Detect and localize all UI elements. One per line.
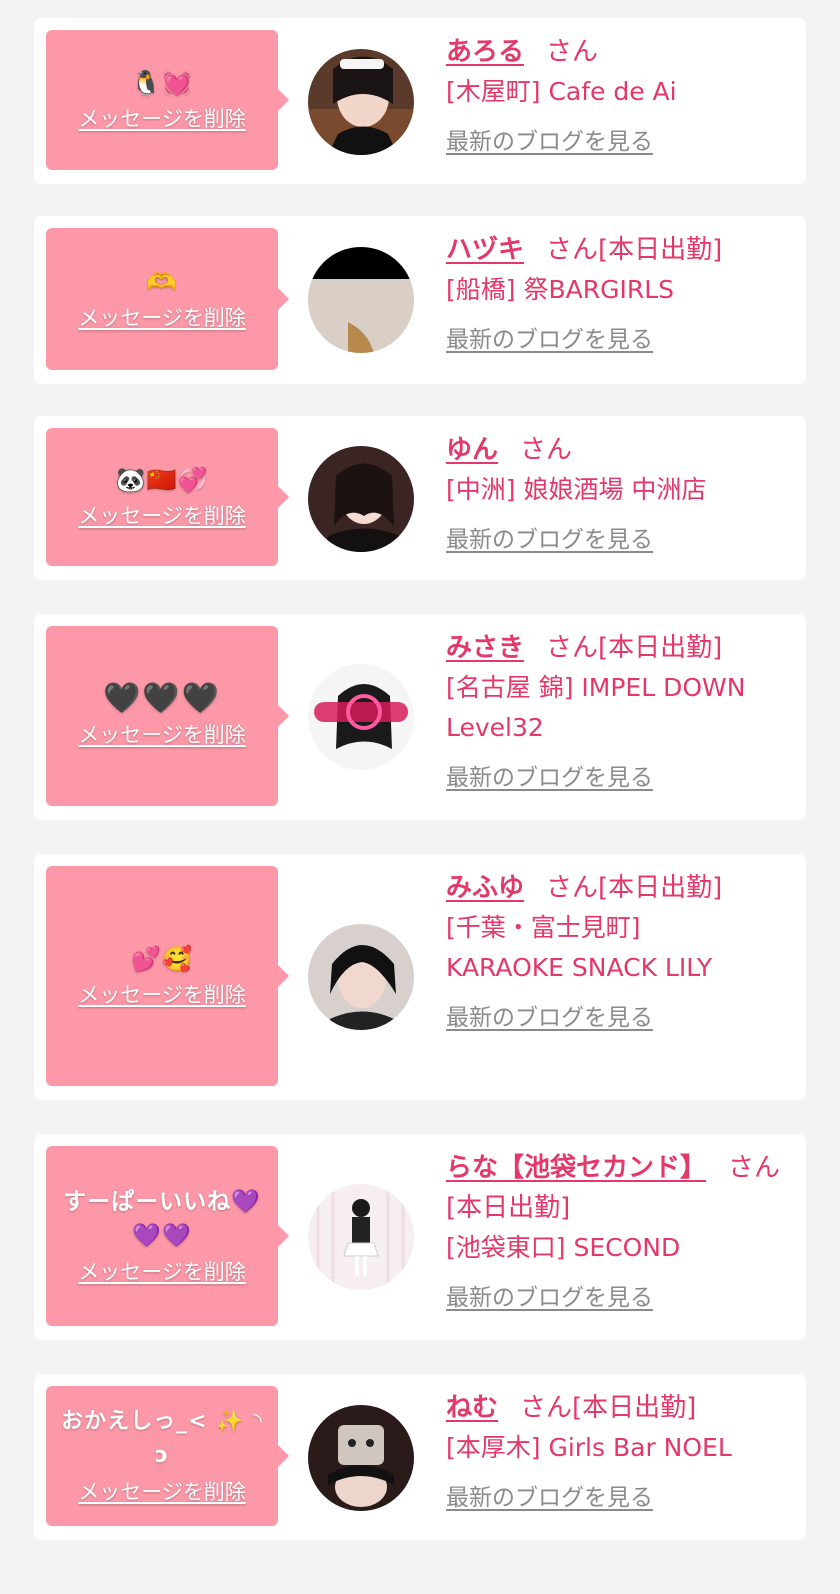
today-badge: [本日出勤] (598, 235, 723, 265)
delete-message-link[interactable]: メッセージを削除 (78, 104, 246, 134)
message-bubble: 🖤🖤🖤 メッセージを削除 (46, 626, 289, 806)
honorific: さん (546, 37, 599, 67)
cast-name-link[interactable]: ハヅキ (446, 235, 524, 265)
message-card: 💕🥰 メッセージを削除 みふゆ さん[本日出勤] [千葉・富士見町] KARAOK… (34, 854, 806, 1100)
avatar[interactable] (308, 1405, 414, 1511)
today-badge: [本日出勤] (598, 633, 723, 663)
today-badge: [本日出勤] (572, 1393, 697, 1423)
cast-name-link[interactable]: ねむ (446, 1393, 498, 1423)
message-text: 🐼🇨🇳💞 (115, 466, 209, 494)
message-card: すーぱーいいね💜💜💜 メッセージを削除 らな【池袋セカンド】 さん [本日出勤] [… (34, 1134, 806, 1340)
message-card: 🐼🇨🇳💞 メッセージを削除 ゆん さん [中洲] 娘娘酒場 中洲店 最新のブログを… (34, 416, 806, 580)
message-card: 🐧💓 メッセージを削除 あろる さん [木屋町] Cafe de Ai 最新のブロ… (34, 18, 806, 184)
cast-name-link[interactable]: みさき (446, 633, 524, 663)
shop-name: [木屋町] Cafe de Ai (446, 77, 677, 106)
cast-name-link[interactable]: あろる (446, 37, 524, 67)
avatar[interactable] (308, 446, 414, 552)
message-bubble: 🐼🇨🇳💞 メッセージを削除 (46, 428, 289, 566)
shop-name: [千葉・富士見町] KARAOKE SNACK LILY (446, 913, 713, 982)
shop-name: [船橋] 祭BARGIRLS (446, 275, 674, 304)
shop-name: [名古屋 錦] IMPEL DOWN Level32 (446, 673, 746, 742)
honorific: さん (546, 235, 599, 265)
shop-name: [池袋東口] SECOND (446, 1233, 681, 1262)
avatar[interactable] (308, 924, 414, 1030)
message-card: 🫶 メッセージを削除 ハヅキ さん[本日出勤] [船橋] 祭BARGIRLS 最新… (34, 216, 806, 384)
message-text: 💕🥰 (131, 945, 193, 973)
delete-message-link[interactable]: メッセージを削除 (78, 1477, 246, 1507)
message-bubble: 🐧💓 メッセージを削除 (46, 30, 289, 170)
message-card: 🖤🖤🖤 メッセージを削除 みさき さん[本日出勤] [名古屋 錦] IMPEL D… (34, 614, 806, 820)
cast-name-link[interactable]: らな【池袋セカンド】 (446, 1153, 706, 1183)
delete-message-link[interactable]: メッセージを削除 (78, 303, 246, 333)
shop-name: [本厚木] Girls Bar NOEL (446, 1433, 732, 1462)
cast-name-link[interactable]: みふゆ (446, 873, 524, 903)
delete-message-link[interactable]: メッセージを削除 (78, 720, 246, 750)
message-text: 🫶 (146, 268, 178, 296)
latest-blog-link[interactable]: 最新のブログを見る (446, 762, 653, 794)
delete-message-link[interactable]: メッセージを削除 (78, 1257, 246, 1287)
honorific: さん (520, 435, 573, 465)
today-badge: [本日出勤] (598, 873, 723, 903)
message-text: 🖤🖤🖤 (102, 681, 222, 716)
avatar[interactable] (308, 49, 414, 155)
message-bubble: 🫶 メッセージを削除 (46, 228, 289, 370)
latest-blog-link[interactable]: 最新のブログを見る (446, 524, 653, 556)
honorific: さん (546, 873, 599, 903)
message-text: 🐧💓 (131, 69, 193, 97)
shop-name: [中洲] 娘娘酒場 中洲店 (446, 475, 707, 504)
message-text: すーぱーいいね💜💜💜 (63, 1189, 261, 1249)
delete-message-link[interactable]: メッセージを削除 (78, 980, 246, 1010)
delete-message-link[interactable]: メッセージを削除 (78, 501, 246, 531)
latest-blog-link[interactable]: 最新のブログを見る (446, 1282, 653, 1314)
avatar[interactable] (308, 1184, 414, 1290)
avatar[interactable] (308, 247, 414, 353)
honorific: さん (728, 1153, 781, 1183)
message-bubble: おかえしっ_< ✨ ◝ ɔ メッセージを削除 (46, 1386, 289, 1526)
latest-blog-link[interactable]: 最新のブログを見る (446, 1482, 653, 1514)
message-bubble: 💕🥰 メッセージを削除 (46, 866, 289, 1086)
message-text: おかえしっ_< ✨ ◝ ɔ (61, 1409, 263, 1468)
message-bubble: すーぱーいいね💜💜💜 メッセージを削除 (46, 1146, 289, 1326)
latest-blog-link[interactable]: 最新のブログを見る (446, 324, 653, 356)
cast-name-link[interactable]: ゆん (446, 435, 498, 465)
latest-blog-link[interactable]: 最新のブログを見る (446, 126, 653, 158)
message-card: おかえしっ_< ✨ ◝ ɔ メッセージを削除 ねむ さん[本日出勤] [本厚木] … (34, 1374, 806, 1540)
honorific: さん (546, 633, 599, 663)
honorific: さん (520, 1393, 573, 1423)
avatar[interactable] (308, 664, 414, 770)
today-badge: [本日出勤] (446, 1193, 571, 1223)
latest-blog-link[interactable]: 最新のブログを見る (446, 1002, 653, 1034)
